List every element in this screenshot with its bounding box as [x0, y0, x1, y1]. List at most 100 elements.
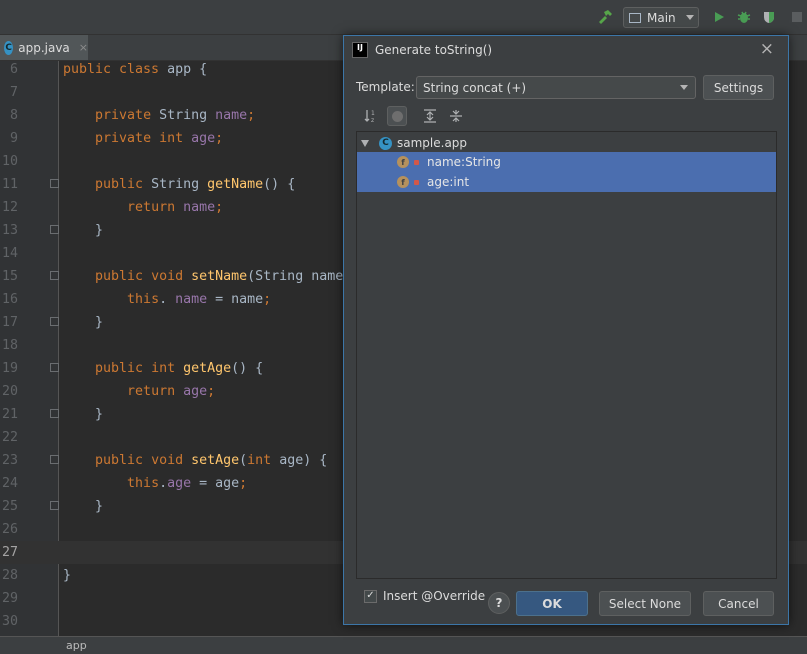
code-token: () { — [231, 361, 264, 376]
svg-text:z: z — [371, 117, 374, 123]
tree-root-sample-app[interactable]: C sample.app — [361, 133, 467, 153]
line-number: 26 — [1, 522, 18, 537]
fold-marker-icon[interactable] — [50, 363, 59, 372]
member-tree[interactable]: C sample.app f name:String f age:int — [356, 131, 777, 579]
template-select[interactable]: String concat (+) — [416, 76, 696, 99]
collapse-all-icon[interactable] — [446, 106, 466, 126]
code-text: } — [63, 311, 103, 334]
line-number: 25 — [1, 499, 18, 514]
code-text: private int age; — [63, 127, 223, 150]
fold-marker-icon[interactable] — [50, 317, 59, 326]
tree-member-label: age:int — [427, 175, 470, 189]
code-token: . — [159, 292, 176, 307]
expand-all-icon[interactable] — [420, 106, 440, 126]
code-token: setName — [191, 269, 248, 284]
tree-root-label: sample.app — [397, 136, 468, 150]
code-token: String — [159, 108, 216, 123]
dialog-title-bar[interactable]: IJ Generate toString() × — [344, 36, 788, 64]
code-text: public int getAge() { — [63, 357, 263, 380]
run-icon[interactable] — [710, 8, 728, 26]
line-number: 10 — [1, 154, 18, 169]
code-text: } — [63, 403, 103, 426]
code-token: name — [183, 200, 216, 215]
code-token: ; — [247, 108, 256, 123]
code-token: public class — [63, 62, 168, 77]
insert-override-option[interactable]: ✓ Insert @Override — [364, 589, 485, 603]
field-f-icon: f — [397, 176, 409, 188]
code-token: setAge — [191, 453, 240, 468]
cancel-button[interactable]: Cancel — [703, 591, 774, 616]
line-number: 13 — [1, 223, 18, 238]
tab-label: app.java — [18, 40, 70, 55]
code-token: () { — [263, 177, 296, 192]
private-lock-icon — [414, 179, 419, 185]
tree-member-label: name:String — [427, 155, 501, 169]
editor-tab-app-java[interactable]: C app.java × — [0, 35, 88, 60]
code-text: public void setAge(int age) { — [63, 449, 327, 472]
code-token: this — [127, 476, 160, 491]
code-token: age — [191, 131, 216, 146]
show-classes-toggle-icon[interactable] — [387, 106, 407, 126]
code-token: name — [175, 292, 208, 307]
code-token: . — [159, 476, 168, 491]
intellij-logo-icon: IJ — [352, 42, 368, 58]
line-number: 18 — [1, 338, 18, 353]
code-token: public — [95, 177, 152, 192]
code-token: public void — [95, 453, 192, 468]
code-token: int — [247, 453, 280, 468]
template-select-value: String concat (+) — [423, 80, 527, 95]
expand-triangle-icon[interactable] — [361, 139, 369, 147]
help-button[interactable]: ? — [488, 592, 510, 614]
ok-button[interactable]: OK — [516, 591, 588, 616]
line-number: 22 — [1, 430, 18, 445]
code-token: } — [63, 315, 104, 330]
fold-marker-icon[interactable] — [50, 225, 59, 234]
code-text: return age; — [63, 380, 215, 403]
code-token: age) { — [279, 453, 328, 468]
code-token: } — [63, 407, 104, 422]
fold-marker-icon[interactable] — [50, 455, 59, 464]
fold-marker-icon[interactable] — [50, 271, 59, 280]
insert-override-checkbox[interactable]: ✓ — [364, 589, 377, 603]
breadcrumb[interactable]: app — [66, 639, 87, 652]
code-token: } — [63, 223, 104, 238]
run-config-select[interactable]: Main — [623, 7, 699, 28]
code-token: ; — [215, 131, 224, 146]
fold-marker-icon[interactable] — [50, 501, 59, 510]
line-number: 19 — [1, 361, 18, 376]
line-number: 11 — [1, 177, 18, 192]
dialog-title: Generate toString() — [375, 43, 493, 57]
close-tab-icon[interactable]: × — [79, 41, 88, 54]
line-number: 12 — [1, 200, 18, 215]
fold-marker-icon[interactable] — [50, 179, 59, 188]
settings-button[interactable]: Settings — [703, 75, 774, 100]
sort-alphabetically-icon[interactable]: 1z — [361, 106, 381, 126]
svg-text:1: 1 — [371, 110, 375, 117]
code-text: private String name; — [63, 104, 255, 127]
code-text: } — [63, 564, 71, 587]
debug-bug-icon[interactable] — [735, 8, 753, 26]
code-token: return — [127, 200, 184, 215]
tree-member-age[interactable]: f age:int — [397, 172, 469, 192]
close-icon[interactable]: × — [760, 39, 774, 59]
stop-icon[interactable] — [788, 8, 806, 26]
select-none-button[interactable]: Select None — [599, 591, 691, 616]
code-token: ; — [239, 476, 248, 491]
code-text: public class app { — [63, 58, 207, 81]
code-token: name — [215, 108, 248, 123]
coverage-shield-icon[interactable] — [760, 8, 778, 26]
line-number: 30 — [1, 614, 18, 629]
build-hammer-icon[interactable] — [596, 8, 614, 26]
run-config-icon — [629, 12, 641, 23]
tree-member-name[interactable]: f name:String — [397, 152, 501, 172]
code-token: age — [183, 384, 208, 399]
fold-marker-icon[interactable] — [50, 409, 59, 418]
line-number: 20 — [1, 384, 18, 399]
line-number: 16 — [1, 292, 18, 307]
